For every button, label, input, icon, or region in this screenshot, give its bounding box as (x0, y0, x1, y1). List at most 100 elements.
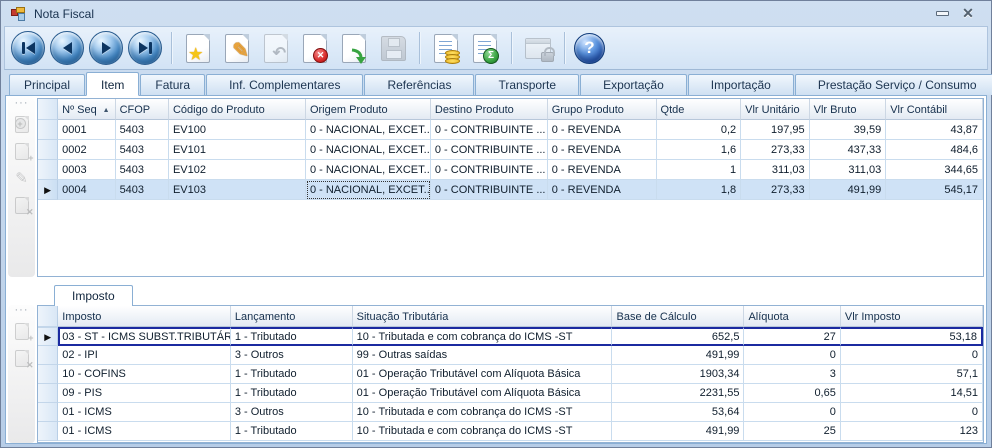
nav-first-button[interactable] (11, 31, 45, 65)
grid-cell[interactable]: 2231,55 (612, 384, 744, 403)
grid-cell[interactable]: 484,6 (886, 140, 983, 160)
nav-previous-button[interactable] (50, 31, 84, 65)
cancel-record-button[interactable]: ✕ (298, 30, 332, 66)
grid-cell[interactable]: 5403 (116, 140, 169, 160)
grid-cell[interactable]: 0 - REVENDA (548, 180, 657, 200)
minimize-button[interactable] (929, 5, 955, 23)
grid-cell[interactable]: 491,99 (810, 180, 887, 200)
grid-cell[interactable]: 3 - Outros (231, 346, 353, 365)
grid-cell[interactable]: 0 - NACIONAL, EXCET... (306, 140, 431, 160)
column-header[interactable]: Destino Produto (431, 99, 548, 120)
column-header[interactable]: Qtde (657, 99, 742, 120)
grid-cell[interactable]: 53,18 (841, 327, 983, 346)
new-record-button[interactable]: ★ (181, 30, 215, 66)
grid-cell[interactable]: 53,64 (612, 403, 744, 422)
grip-icon[interactable]: ··· (15, 99, 29, 107)
grid-cell[interactable]: EV101 (169, 140, 306, 160)
column-header[interactable]: Lançamento (231, 306, 353, 327)
grid-cell[interactable]: 0004 (58, 180, 115, 200)
grid-cell[interactable]: 0 (744, 346, 840, 365)
tab-importacao[interactable]: Importação (688, 74, 794, 95)
column-header[interactable]: Código do Produto (169, 99, 306, 120)
grid-cell[interactable]: 344,65 (886, 160, 983, 180)
grid-cell[interactable]: 311,03 (810, 160, 887, 180)
row-header[interactable] (38, 384, 58, 403)
grid-cell[interactable]: 123 (841, 422, 983, 441)
lock-button[interactable] (521, 30, 555, 66)
grid-cell[interactable]: 14,51 (841, 384, 983, 403)
row-header[interactable]: ▶ (38, 327, 58, 346)
grid-cell[interactable]: 1903,34 (612, 365, 744, 384)
row-header[interactable] (38, 120, 58, 140)
insert-row-button[interactable]: + (12, 114, 32, 134)
grid-cell[interactable]: 0 - CONTRIBUINTE ... (431, 180, 548, 200)
delete-tax-button[interactable]: ✕ (12, 348, 32, 368)
grid-cell[interactable]: 273,33 (741, 180, 810, 200)
tab-imposto[interactable]: Imposto (54, 285, 133, 306)
grid-cell[interactable]: 1,8 (657, 180, 742, 200)
grid-cell[interactable]: 311,03 (741, 160, 810, 180)
row-header[interactable] (38, 403, 58, 422)
row-header[interactable] (38, 160, 58, 180)
tab-item[interactable]: Item (86, 72, 139, 96)
grid-cell[interactable]: 437,33 (810, 140, 887, 160)
grid-cell[interactable]: EV102 (169, 160, 306, 180)
help-button[interactable]: ? (574, 33, 605, 64)
totals-button[interactable]: Σ (468, 30, 502, 66)
grid-cell[interactable]: 57,1 (841, 365, 983, 384)
grid-cell[interactable]: 10 - Tributada e com cobrança do ICMS -S… (353, 422, 613, 441)
add-row-button[interactable]: + (12, 141, 32, 161)
grid-cell[interactable]: 01 - ICMS (58, 422, 231, 441)
column-header[interactable]: Situação Tributária (353, 306, 613, 327)
grid-cell[interactable]: 0 - REVENDA (548, 120, 657, 140)
grid-cell[interactable]: 0 - CONTRIBUINTE ... (431, 140, 548, 160)
grid-cell[interactable]: 1 - Tributado (231, 384, 353, 403)
grid-cell[interactable]: 0,65 (744, 384, 840, 403)
grid-cell[interactable]: 0 - REVENDA (548, 140, 657, 160)
grid-cell[interactable]: 5403 (116, 160, 169, 180)
grid-cell[interactable]: 5403 (116, 120, 169, 140)
column-header[interactable]: Base de Cálculo (612, 306, 744, 327)
grid-cell[interactable]: 10 - Tributada e com cobrança do ICMS -S… (353, 403, 613, 422)
grid-cell[interactable]: 1,6 (657, 140, 742, 160)
nav-last-button[interactable] (128, 31, 162, 65)
tab-prestacao-servico-consumo[interactable]: Prestação Serviço / Consumo (795, 74, 992, 95)
tab-exportacao[interactable]: Exportação (580, 74, 687, 95)
grid-cell[interactable]: 491,99 (612, 346, 744, 365)
grid-cell[interactable]: 09 - PIS (58, 384, 231, 403)
tab-inf-complementares[interactable]: Inf. Complementares (206, 74, 363, 95)
add-tax-button[interactable]: + (12, 321, 32, 341)
column-header[interactable]: Vlr Unitário (741, 99, 810, 120)
grid-cell[interactable]: 0002 (58, 140, 115, 160)
grid-cell[interactable]: EV100 (169, 120, 306, 140)
grid-cell[interactable]: 27 (744, 327, 840, 346)
row-header[interactable] (38, 365, 58, 384)
edit-row-button[interactable]: ✎ (12, 168, 32, 188)
column-header[interactable]: Alíquota (744, 306, 840, 327)
nav-next-button[interactable] (89, 31, 123, 65)
grid-cell[interactable]: 3 (744, 365, 840, 384)
grid-cell[interactable]: 491,99 (612, 422, 744, 441)
grid-cell[interactable]: 1 (657, 160, 742, 180)
grid-cell[interactable]: 01 - Operação Tributável com Alíquota Bá… (353, 365, 613, 384)
grid-cell[interactable]: 01 - ICMS (58, 403, 231, 422)
grid-cell[interactable]: 0,2 (657, 120, 742, 140)
confirm-record-button[interactable] (337, 30, 371, 66)
grid-cell[interactable]: EV103 (169, 180, 306, 200)
grid-cell[interactable]: 0 - CONTRIBUINTE ... (431, 160, 548, 180)
grid-cell[interactable]: 1 - Tributado (231, 327, 353, 346)
grid-cell[interactable]: 10 - Tributada e com cobrança do ICMS -S… (353, 327, 613, 346)
grid-cell[interactable]: 0 - CONTRIBUINTE ... (431, 120, 548, 140)
grid-cell[interactable]: 3 - Outros (231, 403, 353, 422)
tab-transporte[interactable]: Transporte (475, 74, 579, 95)
tab-fatura[interactable]: Fatura (140, 74, 205, 95)
grid-cell[interactable]: 0 (841, 346, 983, 365)
undo-button[interactable]: ↶ (259, 30, 293, 66)
row-header[interactable] (38, 346, 58, 365)
close-button[interactable]: ✕ (955, 5, 981, 23)
grid-cell[interactable]: 197,95 (741, 120, 810, 140)
grid-cell[interactable]: 25 (744, 422, 840, 441)
column-header[interactable]: Nº Seq▲ (58, 99, 115, 120)
grid-cell[interactable]: 01 - Operação Tributável com Alíquota Bá… (353, 384, 613, 403)
column-header[interactable]: Origem Produto (306, 99, 431, 120)
